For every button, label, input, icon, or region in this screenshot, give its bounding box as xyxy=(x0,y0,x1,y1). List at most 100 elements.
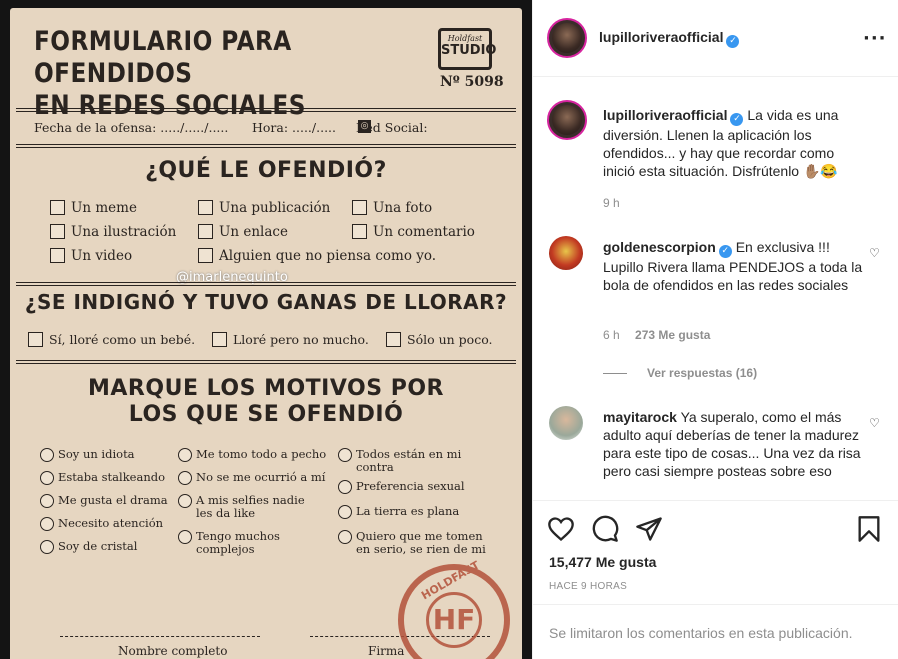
radio xyxy=(40,448,54,462)
verified-icon: ✓ xyxy=(726,35,740,48)
radio xyxy=(338,530,352,544)
avatar-image xyxy=(552,23,582,53)
motivo-6: Me tomo todo a pecho xyxy=(178,448,326,462)
checkbox xyxy=(50,200,65,215)
motivo-4: Necesito atención xyxy=(40,517,163,531)
motivo-7: No se me ocurrió a mí xyxy=(178,471,326,485)
caption-time[interactable]: 9 h xyxy=(603,196,620,210)
option-foto: Una foto xyxy=(352,200,432,216)
fecha-label: Fecha de la ofensa: ...../...../..... xyxy=(34,120,229,135)
header-username[interactable]: lupilloriveraofficial xyxy=(599,29,723,45)
motivo-13: Quiero que me tomen en serio, se rien de… xyxy=(338,530,496,556)
comment-avatar[interactable] xyxy=(549,236,583,270)
heart-icon[interactable] xyxy=(547,515,575,543)
verified-icon: ✓ xyxy=(730,113,744,126)
comment-likes[interactable]: 273 Me gusta xyxy=(635,328,710,342)
checkbox xyxy=(198,224,213,239)
comment-time[interactable]: 6 h xyxy=(603,328,620,342)
option-solo-poco: Sólo un poco. xyxy=(386,332,492,347)
comment-meta: 6 h 273 Me gusta xyxy=(603,328,710,342)
caption: lupilloriveraofficial ✓ La vida es una di… xyxy=(547,100,887,220)
option-enlace: Un enlace xyxy=(198,224,288,240)
checkbox xyxy=(386,332,401,347)
comment-username[interactable]: goldenescorpion xyxy=(603,239,716,255)
comment-username[interactable]: mayitarock xyxy=(603,409,677,425)
comments-list: lupilloriveraofficial ✓ La vida es una di… xyxy=(533,78,898,500)
checkbox xyxy=(28,332,43,347)
divider xyxy=(16,108,516,112)
caption-text-block: lupilloriveraofficial ✓ La vida es una di… xyxy=(603,106,863,180)
radio xyxy=(178,530,192,544)
option-meme: Un meme xyxy=(50,200,137,216)
post-image[interactable]: FORMULARIO PARA OFENDIDOS EN REDES SOCIA… xyxy=(0,0,532,659)
divider xyxy=(16,360,516,364)
option-llore-bebe: Sí, lloré como un bebé. xyxy=(28,332,195,347)
instagram-icon: ◎ xyxy=(358,120,371,133)
checkbox xyxy=(212,332,227,347)
comment-like-icon[interactable]: ♡ xyxy=(869,416,880,430)
option-ilustracion: Una ilustración xyxy=(50,224,176,240)
motivo-10: Todos están en mi contra xyxy=(338,448,476,474)
radio xyxy=(178,494,192,508)
motivo-9: Tengo muchos complejos xyxy=(178,530,296,556)
comment-avatar[interactable] xyxy=(549,406,583,440)
caption-avatar[interactable] xyxy=(547,100,587,140)
post-header: lupilloriveraofficial ✓ ··· xyxy=(533,0,898,77)
view-replies-button[interactable]: Ver respuestas (16) xyxy=(647,366,757,380)
stamp-logo: HF xyxy=(426,592,482,648)
comment-text-block: mayitarock Ya superalo, como el más adul… xyxy=(603,408,863,480)
comment-icon[interactable] xyxy=(591,515,619,543)
motivo-5: Soy de cristal xyxy=(40,540,137,554)
post-timestamp[interactable]: HACE 9 HORAS xyxy=(549,581,627,592)
option-comentario: Un comentario xyxy=(352,224,475,240)
hora-label: Hora: ...../..... xyxy=(252,120,336,135)
avatar[interactable] xyxy=(547,18,587,58)
checkbox xyxy=(352,200,367,215)
share-icon[interactable] xyxy=(635,515,663,543)
comment-text-block: goldenescorpion ✓ En exclusiva !!! Lupill… xyxy=(603,238,863,294)
divider xyxy=(16,282,516,286)
section3-title-line1: MARQUE LOS MOTIVOS POR xyxy=(88,376,444,401)
form-number: Nº 5098 xyxy=(440,74,504,90)
motivo-11: Preferencia sexual xyxy=(338,480,465,494)
comment: goldenescorpion ✓ En exclusiva !!! Lupill… xyxy=(547,234,887,374)
post-sidebar: lupilloriveraofficial ✓ ··· lupillorivera… xyxy=(532,0,898,659)
option-publicacion: Una publicación xyxy=(198,200,330,216)
option-alguien: Alguien que no piensa como yo. xyxy=(198,248,436,264)
studio-logo: Holdfast STUDIO xyxy=(438,28,497,70)
comments-footer: Se limitaron los comentarios en esta pub… xyxy=(533,604,898,659)
radio xyxy=(178,448,192,462)
nombre-label: Nombre completo xyxy=(118,644,228,658)
holdfast-stamp: HOLDFAST HF xyxy=(398,559,510,659)
radio xyxy=(40,471,54,485)
checkbox xyxy=(198,200,213,215)
more-options-icon[interactable]: ··· xyxy=(863,28,887,49)
section2-title: ¿SE INDIGNÓ Y TUVO GANAS DE LLORAR? xyxy=(24,290,508,314)
form-image: FORMULARIO PARA OFENDIDOS EN REDES SOCIA… xyxy=(10,8,522,659)
radio xyxy=(40,540,54,554)
checkbox xyxy=(198,248,213,263)
section3-title: MARQUE LOS MOTIVOS POR LOS QUE SE OFENDI… xyxy=(10,376,522,428)
studio-logo-big: STUDIO xyxy=(441,43,497,58)
likes-count[interactable]: 15,477 Me gusta xyxy=(549,554,656,570)
comment: mayitarock Ya superalo, como el más adul… xyxy=(547,404,887,500)
radio xyxy=(40,517,54,531)
motivo-3: Me gusta el drama xyxy=(40,494,168,508)
radio xyxy=(338,480,352,494)
comments-limited-notice: Se limitaron los comentarios en esta pub… xyxy=(549,625,853,641)
section3-title-line2: LOS QUE SE OFENDIÓ xyxy=(128,402,404,427)
form-title-line2: EN REDES SOCIALES xyxy=(34,90,306,121)
checkbox xyxy=(50,248,65,263)
header-username-row: lupilloriveraofficial ✓ xyxy=(599,29,740,48)
radio xyxy=(338,448,352,462)
radio xyxy=(178,471,192,485)
verified-icon: ✓ xyxy=(718,245,732,258)
radio xyxy=(338,505,352,519)
bookmark-icon[interactable] xyxy=(855,515,883,543)
option-llore-poco: Lloré pero no mucho. xyxy=(212,332,369,347)
divider xyxy=(16,144,516,148)
signature-line-name xyxy=(60,636,260,637)
motivo-2: Estaba stalkeando xyxy=(40,471,165,485)
caption-username[interactable]: lupilloriveraofficial xyxy=(603,107,727,123)
comment-like-icon[interactable]: ♡ xyxy=(869,246,880,260)
